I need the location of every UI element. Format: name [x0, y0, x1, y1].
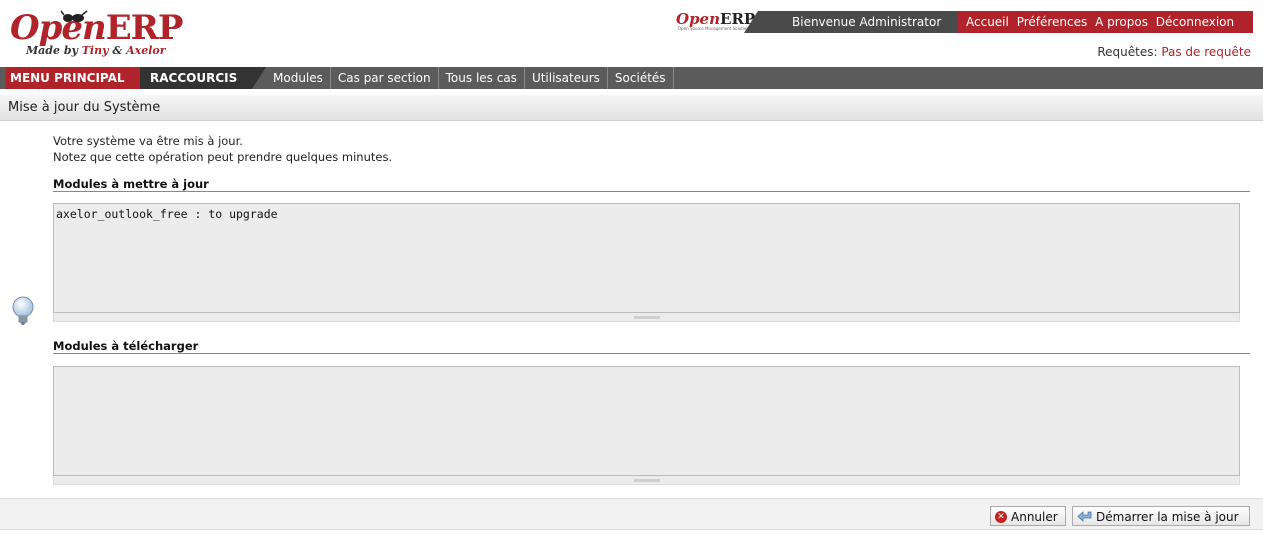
modules-to-upgrade-textarea[interactable]: axelor_outlook_free : to upgrade: [53, 203, 1240, 313]
link-accueil[interactable]: Accueil: [966, 15, 1009, 29]
menu-item-societes[interactable]: Sociétés: [608, 67, 674, 89]
modules-to-download-textarea[interactable]: [53, 366, 1240, 476]
resize-grip-icon: [634, 316, 660, 319]
footer-button-bar: ✕ Annuler Démarrer la mise à jour: [0, 498, 1263, 530]
menu-items: Modules Cas par section Tous les cas Uti…: [266, 67, 674, 89]
cancel-button-label: Annuler: [1011, 510, 1058, 524]
top-links: Accueil Préférences A propos Déconnexion: [958, 11, 1253, 33]
welcome-bar: Bienvenue Administrator: [744, 11, 958, 33]
section-divider: [53, 191, 1250, 192]
openerp-logo[interactable]: OpenERP Made by Tiny & Axelor: [10, 10, 230, 62]
logo-erp-text: ERP: [105, 8, 184, 48]
requests-link[interactable]: Pas de requête: [1161, 45, 1251, 59]
resize-grip-icon: [634, 479, 660, 482]
start-upgrade-button[interactable]: Démarrer la mise à jour: [1072, 506, 1250, 526]
menu-bar: MENU PRINCIPAL RACCOURCIS Modules Cas pa…: [0, 67, 1263, 89]
section-modules-to-download-label: Modules à télécharger: [53, 339, 199, 353]
logo-tag-prefix: Made by: [26, 44, 82, 57]
lightbulb-icon: [12, 296, 34, 325]
start-upgrade-button-label: Démarrer la mise à jour: [1096, 510, 1239, 524]
logo-tag-tiny: Tiny: [81, 44, 109, 57]
title-bar: Mise à jour du Système: [0, 95, 1263, 121]
ant-logo-icon: [60, 10, 88, 22]
intro-line-2: Notez que cette opération peut prendre q…: [53, 150, 393, 164]
requests-info: Requêtes: Pas de requête: [1097, 45, 1251, 59]
logo-tag-axelor: Axelor: [126, 44, 166, 57]
logo-tag-amp: &: [108, 44, 127, 57]
logo-open-text: Open: [10, 8, 107, 48]
menu-item-utilisateurs[interactable]: Utilisateurs: [525, 67, 608, 89]
requests-label: Requêtes:: [1097, 45, 1162, 59]
cancel-button[interactable]: ✕ Annuler: [990, 506, 1066, 526]
logo-tagline: Made by Tiny & Axelor: [26, 44, 166, 57]
intro-line-1: Votre système va être mis à jour.: [53, 134, 243, 148]
raccourcis-button[interactable]: RACCOURCIS: [140, 67, 266, 89]
small-logo-subtitle: Open Source Management Solution: [678, 26, 749, 31]
link-a-propos[interactable]: A propos: [1095, 15, 1148, 29]
link-deconnexion[interactable]: Déconnexion: [1156, 15, 1234, 29]
intro-text: Votre système va être mis à jour. Notez …: [53, 133, 392, 165]
menu-item-tous-les-cas[interactable]: Tous les cas: [439, 67, 525, 89]
header: OpenERP Made by Tiny & Axelor OpenERP Op…: [0, 0, 1263, 67]
menu-principal-button[interactable]: MENU PRINCIPAL: [6, 67, 142, 89]
link-preferences[interactable]: Préférences: [1017, 15, 1088, 29]
welcome-text: Bienvenue Administrator: [792, 15, 942, 29]
upgrade-arrow-icon: [1077, 511, 1092, 522]
section-divider: [53, 353, 1250, 354]
textarea-resize-handle[interactable]: [53, 476, 1240, 485]
textarea-resize-handle[interactable]: [53, 313, 1240, 322]
cancel-icon: ✕: [995, 511, 1007, 523]
menu-item-cas-par-section[interactable]: Cas par section: [331, 67, 439, 89]
page-title: Mise à jour du Système: [8, 100, 161, 115]
section-modules-to-upgrade-label: Modules à mettre à jour: [53, 177, 209, 191]
menu-item-modules[interactable]: Modules: [266, 67, 331, 89]
